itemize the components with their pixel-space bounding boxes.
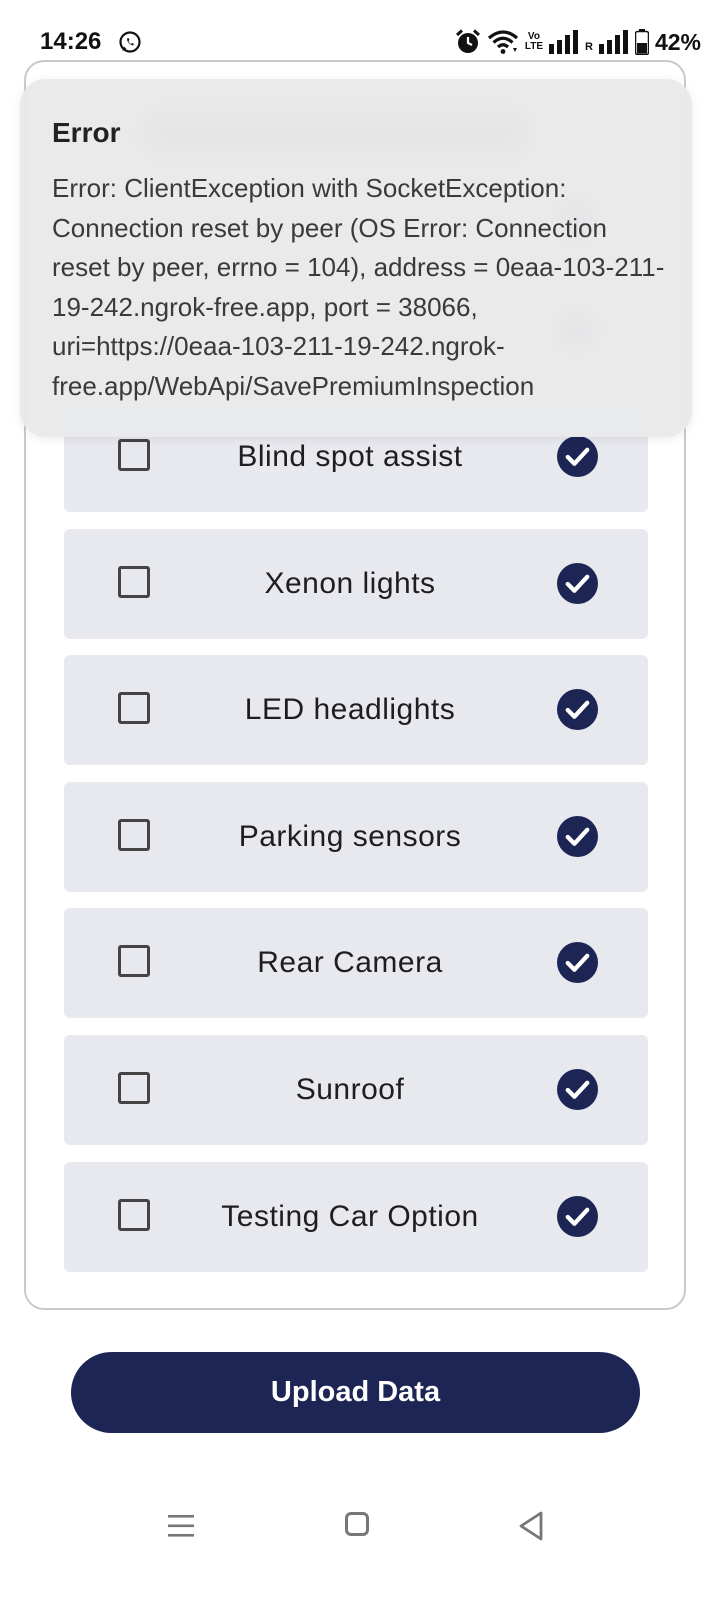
upload-data-button[interactable]: Upload Data: [71, 1352, 640, 1433]
alarm-icon: [455, 29, 480, 53]
option-label: Parking sensors: [238, 820, 462, 853]
status-time: 14:26: [40, 28, 102, 55]
nav-back-icon[interactable]: [518, 1510, 544, 1542]
option-row: Parking sensors: [64, 782, 648, 892]
option-row: Rear Camera: [64, 908, 648, 1018]
option-checkbox[interactable]: [118, 945, 150, 977]
check-circle-icon: [557, 563, 598, 604]
option-row: Sunroof: [64, 1035, 648, 1145]
error-title: Error: [52, 117, 121, 148]
battery-icon: [634, 29, 649, 55]
check-circle-icon: [557, 1196, 598, 1237]
option-checkbox[interactable]: [118, 1072, 150, 1104]
wifi-icon: [487, 30, 518, 54]
roaming-indicator: R: [585, 41, 593, 53]
option-checkbox[interactable]: [118, 819, 150, 851]
option-label: Sunroof: [295, 1073, 405, 1106]
option-row: Testing Car Option: [64, 1162, 648, 1272]
status-icons: Vo LTE R 42%: [455, 26, 701, 58]
option-row: LED headlights: [64, 655, 648, 765]
option-row: Xenon lights: [64, 529, 648, 639]
volte-icon: Vo LTE: [524, 31, 543, 52]
check-circle-icon: [557, 942, 598, 983]
option-label: Testing Car Option: [221, 1200, 479, 1233]
nav-home-icon[interactable]: [345, 1512, 369, 1536]
check-circle-icon: [557, 436, 598, 477]
check-circle-icon: [557, 1069, 598, 1110]
option-label: Xenon lights: [264, 567, 436, 600]
signal-icon: [549, 30, 578, 54]
nav-menu-icon[interactable]: [168, 1513, 194, 1539]
battery-percent: 42%: [654, 28, 701, 55]
check-circle-icon: [557, 689, 598, 730]
option-label: LED headlights: [244, 693, 456, 726]
check-circle-icon: [557, 816, 598, 857]
option-label: Rear Camera: [257, 946, 443, 979]
whatsapp-icon: [119, 31, 141, 53]
option-checkbox[interactable]: [118, 566, 150, 598]
error-message: Error: ClientException with SocketExcept…: [52, 173, 665, 401]
signal-roaming-icon: [598, 30, 628, 54]
error-toast: Error Error: ClientException with Socket…: [20, 79, 692, 437]
option-checkbox[interactable]: [118, 1199, 150, 1231]
option-checkbox[interactable]: [118, 439, 150, 471]
option-checkbox[interactable]: [118, 692, 150, 724]
